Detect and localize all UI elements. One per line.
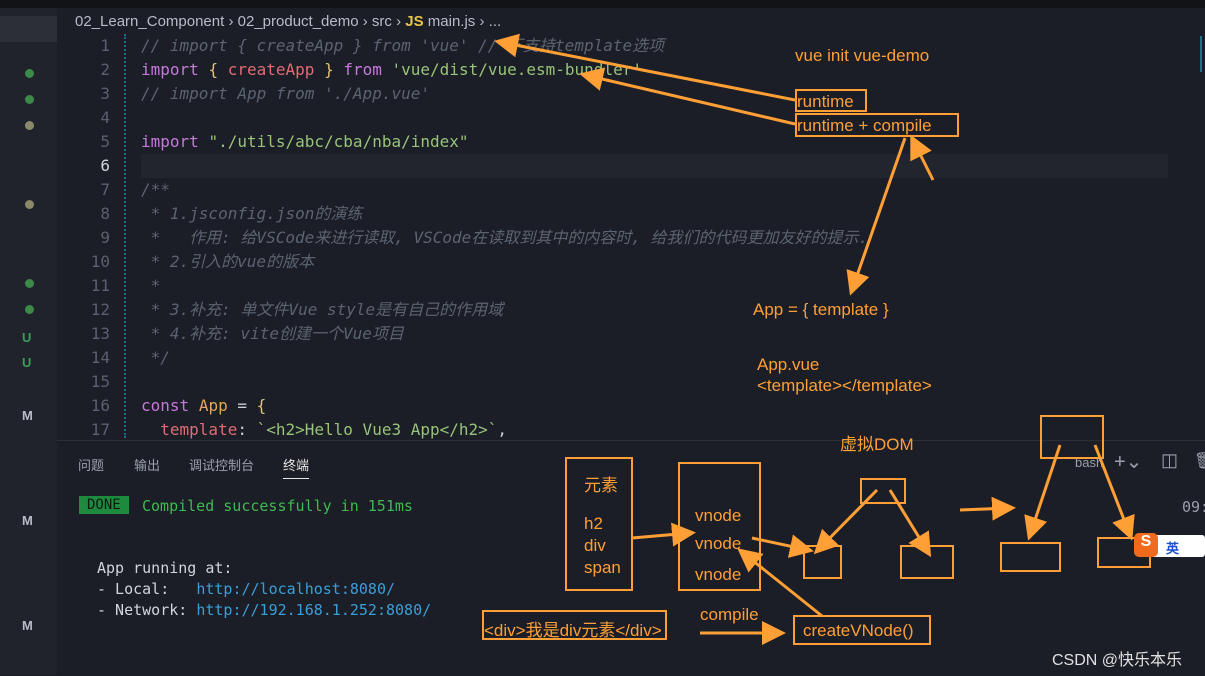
element-box: 元素 h2 div span xyxy=(565,457,633,591)
annotation-template-tag: <template></template> xyxy=(757,376,932,395)
annotation-compile: compile xyxy=(700,605,759,624)
arrow-runtime-compile xyxy=(579,67,796,126)
annotation-runtime: runtime xyxy=(797,92,854,111)
arrow-tree-to-tree xyxy=(959,496,1016,521)
arrow-app-template xyxy=(846,137,907,296)
tree-node xyxy=(900,545,954,579)
watermark: CSDN @快乐本乐 xyxy=(1052,652,1183,669)
annotation-text: vnode xyxy=(695,565,742,584)
annotation-text: span xyxy=(584,558,621,577)
annotation-runtime-compile-box: runtime + compile xyxy=(795,113,959,137)
annotation-cmd: vue init vue-demo xyxy=(795,46,930,65)
sogou-logo-icon: S xyxy=(1134,533,1158,557)
annotation-runtime-compile: runtime + compile xyxy=(797,116,932,135)
createvnode-box: createVNode() xyxy=(793,615,931,645)
annotation-vdom: 虚拟DOM xyxy=(840,435,914,454)
annotation-text: vnode xyxy=(695,506,742,525)
annotation-text: div xyxy=(584,536,606,555)
tree-node xyxy=(803,545,842,579)
tree-node xyxy=(860,478,906,504)
annotation-runtime-box: runtime xyxy=(795,89,867,112)
div-element-box: <div>我是div元素</div> xyxy=(482,610,667,640)
annotation-text: <div>我是div元素</div> xyxy=(484,621,662,640)
ime-mode: 英 xyxy=(1166,541,1180,556)
annotation-app-template: App = { template } xyxy=(753,300,889,319)
vnode-box: vnode vnode vnode xyxy=(678,462,761,591)
annotation-app-vue: App.vue xyxy=(757,355,820,374)
tree-node xyxy=(1000,542,1061,572)
tree-node xyxy=(1040,415,1104,459)
arrow-up xyxy=(910,134,935,181)
annotation-text: h2 xyxy=(584,514,603,533)
annotation-text: createVNode() xyxy=(803,621,914,640)
arrow-runtime xyxy=(494,33,796,102)
annotation-text: 元素 xyxy=(584,476,618,495)
ime-indicator[interactable]: S英 xyxy=(1134,533,1205,557)
annotation-text: vnode xyxy=(695,534,742,553)
